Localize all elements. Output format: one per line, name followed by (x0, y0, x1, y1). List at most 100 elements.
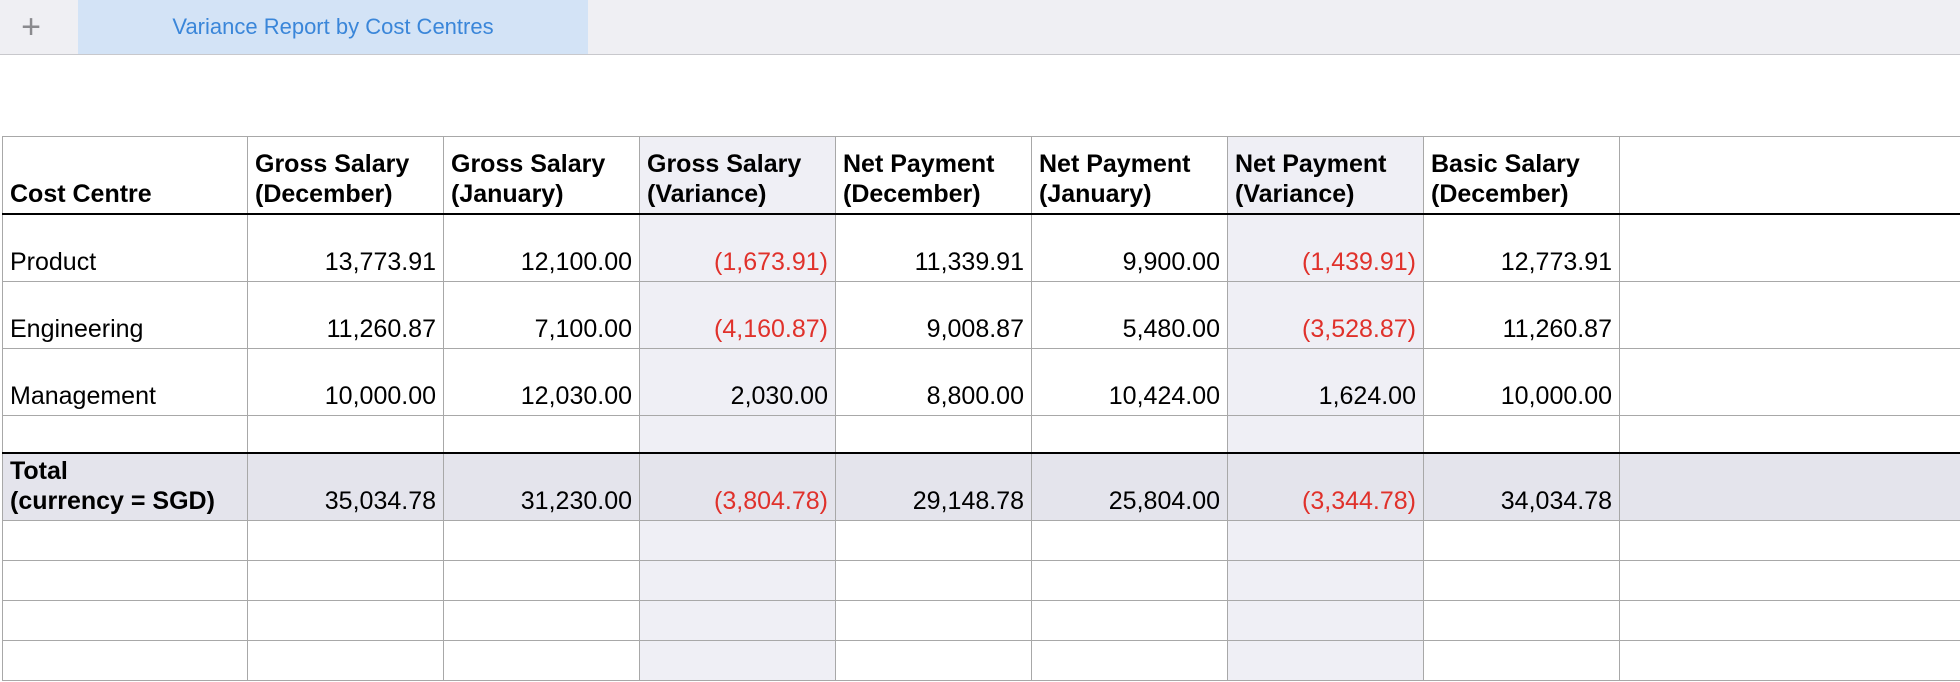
empty-cell[interactable] (2, 640, 248, 681)
empty-cell[interactable] (443, 560, 640, 601)
value-cell[interactable]: 1,624.00 (1227, 348, 1424, 416)
empty-row (2, 560, 1960, 601)
empty-cell[interactable] (1031, 600, 1228, 641)
total-value-cell[interactable]: (3,804.78) (639, 453, 836, 521)
cost-centre-cell[interactable]: Management (2, 348, 248, 416)
value-cell[interactable]: 7,100.00 (443, 281, 640, 349)
value-cell[interactable]: (1,439.91) (1227, 214, 1424, 282)
table-row: Engineering 11,260.87 7,100.00 (4,160.87) 9,… (2, 281, 1960, 349)
column-header[interactable]: Gross Salary (January) (443, 136, 640, 215)
empty-cell[interactable] (835, 640, 1032, 681)
sheet-canvas: Cost Centre Gross Salary (December) Gross … (0, 55, 1960, 682)
empty-cell[interactable] (639, 560, 836, 601)
empty-cell[interactable] (2, 520, 248, 561)
empty-cell[interactable] (2, 415, 248, 454)
empty-cell[interactable] (1423, 600, 1620, 641)
empty-cell[interactable] (443, 415, 640, 454)
value-cell[interactable]: (4,160.87) (639, 281, 836, 349)
empty-cell[interactable] (1227, 560, 1424, 601)
empty-cell[interactable] (2, 560, 248, 601)
total-value-cell[interactable]: 29,148.78 (835, 453, 1032, 521)
empty-cell[interactable] (247, 560, 444, 601)
empty-cell[interactable] (1227, 520, 1424, 561)
empty-cell[interactable] (247, 640, 444, 681)
total-value-cell[interactable]: 34,034.78 (1423, 453, 1620, 521)
total-value-cell[interactable]: 35,034.78 (247, 453, 444, 521)
cost-centre-cell[interactable]: Engineering (2, 281, 248, 349)
value-cell[interactable]: (1,673.91) (639, 214, 836, 282)
value-cell[interactable]: 11,339.91 (835, 214, 1032, 282)
value-cell[interactable]: 10,000.00 (247, 348, 444, 416)
value-cell[interactable]: 9,008.87 (835, 281, 1032, 349)
empty-cell[interactable] (1423, 415, 1620, 454)
value-cell[interactable]: 12,030.00 (443, 348, 640, 416)
value-cell[interactable]: 12,773.91 (1423, 214, 1620, 282)
empty-cell[interactable] (1619, 415, 1960, 454)
empty-cell[interactable] (1619, 453, 1960, 521)
tab-variance-report[interactable]: Variance Report by Cost Centres (78, 0, 588, 54)
empty-cell[interactable] (1423, 560, 1620, 601)
empty-row (2, 520, 1960, 561)
value-cell[interactable]: 12,100.00 (443, 214, 640, 282)
empty-cell[interactable] (247, 520, 444, 561)
empty-cell[interactable] (1619, 600, 1960, 641)
value-cell[interactable]: 11,260.87 (247, 281, 444, 349)
empty-cell[interactable] (2, 600, 248, 641)
value-cell[interactable]: 9,900.00 (1031, 214, 1228, 282)
empty-cell[interactable] (247, 415, 444, 454)
value-cell[interactable]: 5,480.00 (1031, 281, 1228, 349)
empty-cell[interactable] (835, 415, 1032, 454)
value-cell[interactable]: 2,030.00 (639, 348, 836, 416)
empty-cell[interactable] (835, 560, 1032, 601)
empty-cell[interactable] (247, 600, 444, 641)
empty-cell[interactable] (1619, 560, 1960, 601)
empty-cell[interactable] (1619, 214, 1960, 282)
empty-cell[interactable] (1031, 415, 1228, 454)
empty-cell[interactable] (1423, 520, 1620, 561)
total-value-cell[interactable]: 31,230.00 (443, 453, 640, 521)
tab-label: Variance Report by Cost Centres (172, 14, 494, 39)
value-cell[interactable]: (3,528.87) (1227, 281, 1424, 349)
plus-icon: + (21, 7, 41, 46)
empty-cell[interactable] (1227, 415, 1424, 454)
column-header[interactable]: Net Payment (Variance) (1227, 136, 1424, 215)
value-cell[interactable]: 8,800.00 (835, 348, 1032, 416)
empty-cell[interactable] (639, 600, 836, 641)
total-label-cell[interactable]: Total (currency = SGD) (2, 453, 248, 521)
column-header-empty[interactable] (1619, 136, 1960, 215)
total-value-cell[interactable]: (3,344.78) (1227, 453, 1424, 521)
empty-cell[interactable] (639, 415, 836, 454)
add-sheet-button[interactable]: + (0, 0, 62, 54)
empty-cell[interactable] (1619, 640, 1960, 681)
empty-cell[interactable] (1031, 520, 1228, 561)
column-header[interactable]: Net Payment (January) (1031, 136, 1228, 215)
total-value-cell[interactable]: 25,804.00 (1031, 453, 1228, 521)
value-cell[interactable]: 11,260.87 (1423, 281, 1620, 349)
empty-cell[interactable] (443, 520, 640, 561)
value-cell[interactable]: 13,773.91 (247, 214, 444, 282)
empty-cell[interactable] (443, 640, 640, 681)
value-cell[interactable]: 10,424.00 (1031, 348, 1228, 416)
value-cell[interactable]: 10,000.00 (1423, 348, 1620, 416)
empty-cell[interactable] (443, 600, 640, 641)
empty-cell[interactable] (835, 600, 1032, 641)
empty-cell[interactable] (1619, 520, 1960, 561)
empty-cell[interactable] (835, 520, 1032, 561)
empty-cell[interactable] (639, 520, 836, 561)
column-header[interactable]: Gross Salary (Variance) (639, 136, 836, 215)
empty-cell[interactable] (1227, 600, 1424, 641)
column-header[interactable]: Cost Centre (2, 136, 248, 215)
empty-cell[interactable] (1031, 640, 1228, 681)
cost-centre-cell[interactable]: Product (2, 214, 248, 282)
empty-cell[interactable] (1227, 640, 1424, 681)
empty-cell[interactable] (639, 640, 836, 681)
column-header[interactable]: Net Payment (December) (835, 136, 1032, 215)
empty-cell[interactable] (1423, 640, 1620, 681)
empty-cell[interactable] (1619, 281, 1960, 349)
table-row: Management 10,000.00 12,030.00 2,030.00 8,80… (2, 348, 1960, 416)
column-header[interactable]: Basic Salary (December) (1423, 136, 1620, 215)
sheet-tab-bar: + Variance Report by Cost Centres (0, 0, 1960, 55)
column-header[interactable]: Gross Salary (December) (247, 136, 444, 215)
empty-cell[interactable] (1031, 560, 1228, 601)
empty-cell[interactable] (1619, 348, 1960, 416)
